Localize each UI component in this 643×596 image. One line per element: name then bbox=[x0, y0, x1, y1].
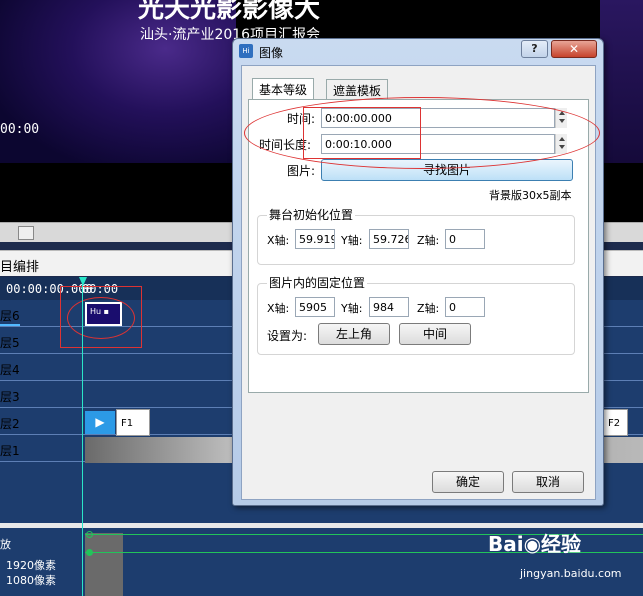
annotation-rect-fields bbox=[303, 107, 421, 159]
anchor-x-label: X轴: bbox=[267, 302, 290, 315]
baidu-watermark-url: jingyan.baidu.com bbox=[520, 567, 622, 580]
preview-title: 光天光影影像大 bbox=[138, 0, 321, 24]
track-label: 层6 bbox=[0, 307, 20, 326]
scrollbar-thumb[interactable] bbox=[18, 226, 34, 240]
width-readout: 1920像素 bbox=[6, 559, 56, 572]
anchor-z-input[interactable]: 0 bbox=[445, 297, 485, 317]
lower-label: 放 bbox=[0, 538, 11, 551]
help-button[interactable]: ? bbox=[521, 40, 548, 58]
preview-stage-right bbox=[600, 0, 643, 163]
anchor-x-input[interactable]: 5905 bbox=[295, 297, 335, 317]
track-label: 层4 bbox=[0, 363, 20, 377]
center-button[interactable]: 中间 bbox=[399, 323, 471, 345]
stage-y-input[interactable]: 59.726 bbox=[369, 229, 409, 249]
image-filename: 背景版30x5副本 bbox=[489, 189, 572, 202]
image-label: 图片: bbox=[287, 164, 316, 178]
baidu-watermark-logo: Bai◉经验 bbox=[488, 532, 582, 556]
keyframe-dot[interactable] bbox=[86, 531, 93, 538]
app-icon: Hi bbox=[239, 44, 253, 58]
anchor-z-label: Z轴: bbox=[417, 302, 440, 315]
tab-basic[interactable]: 基本等级 bbox=[252, 78, 315, 99]
track-label: 层3 bbox=[0, 390, 20, 404]
app-root: 光天光影影像大 汕头·流产业2016项目汇报会 00:00 目编排 00:00:… bbox=[0, 0, 643, 596]
anchor-group-title: 图片内的固定位置 bbox=[267, 274, 368, 291]
height-readout: 1080像素 bbox=[6, 574, 56, 587]
tab-mask-template[interactable]: 遮盖模板 bbox=[326, 79, 389, 99]
track-label: 层2 bbox=[0, 417, 20, 431]
stage-z-input[interactable]: 0 bbox=[445, 229, 485, 249]
section-title: 目编排 bbox=[0, 260, 40, 275]
keyframe-f2[interactable]: F2 bbox=[603, 409, 628, 436]
cancel-button[interactable]: 取消 bbox=[512, 471, 584, 493]
annotation-ellipse-fields bbox=[244, 97, 600, 169]
track-label: 层1 bbox=[0, 444, 20, 458]
anchor-y-input[interactable]: 984 bbox=[369, 297, 409, 317]
playhead[interactable] bbox=[82, 277, 83, 596]
stage-y-label: Y轴: bbox=[341, 234, 363, 247]
track-label: 层5 bbox=[0, 336, 20, 350]
anchor-y-label: Y轴: bbox=[341, 302, 363, 315]
lower-strip bbox=[85, 533, 123, 596]
stage-z-label: Z轴: bbox=[417, 234, 440, 247]
keyframe-dot[interactable] bbox=[86, 549, 93, 556]
preview-timecode: 00:00 bbox=[0, 122, 40, 137]
stage-x-input[interactable]: 59.919 bbox=[295, 229, 335, 249]
keyframe-f1[interactable]: F1 bbox=[116, 409, 150, 436]
set-as-label: 设置为: bbox=[267, 329, 308, 343]
playhead-handle[interactable] bbox=[79, 277, 87, 286]
close-button[interactable]: ✕ bbox=[551, 40, 597, 58]
dialog-title: 图像 bbox=[259, 46, 284, 60]
play-icon[interactable]: ▶ bbox=[85, 411, 115, 434]
ok-button[interactable]: 确定 bbox=[432, 471, 504, 493]
stage-x-label: X轴: bbox=[267, 234, 290, 247]
dialog-titlebar[interactable]: Hi 图像 ? ✕ bbox=[233, 39, 603, 63]
annotation-ellipse bbox=[67, 297, 135, 339]
stage-group-title: 舞台初始化位置 bbox=[267, 206, 356, 223]
top-left-button[interactable]: 左上角 bbox=[318, 323, 390, 345]
